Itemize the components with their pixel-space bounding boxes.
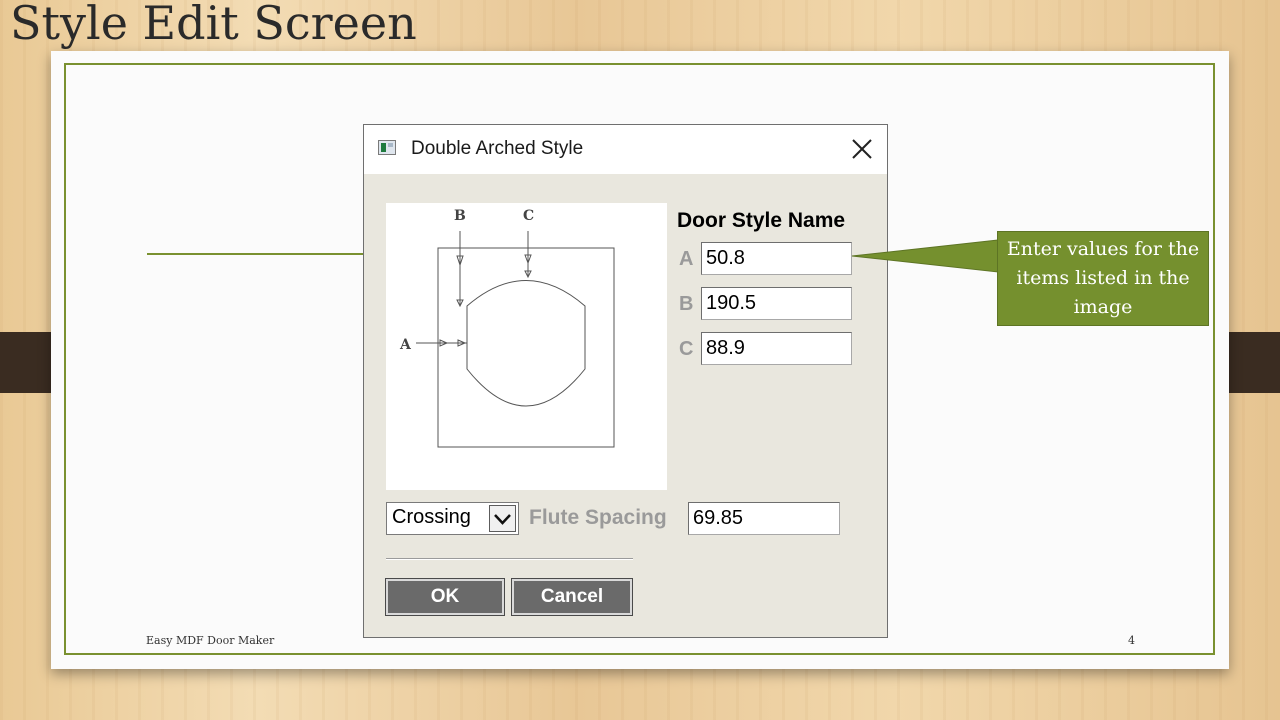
door-style-name-label: Door Style Name bbox=[677, 209, 846, 232]
slide-number: 4 bbox=[1128, 634, 1135, 647]
footer-text: Easy MDF Door Maker bbox=[146, 634, 275, 647]
close-icon bbox=[852, 139, 872, 159]
accent-line bbox=[147, 253, 363, 255]
diagram-label-b: B bbox=[454, 208, 466, 224]
chevron-down-icon bbox=[494, 514, 511, 525]
pattern-select[interactable]: Crossing bbox=[386, 502, 519, 535]
callout-text: Enter values for the items listed in the… bbox=[1006, 238, 1200, 318]
diagram-label-a: A bbox=[399, 337, 412, 353]
field-c-label: C bbox=[679, 338, 694, 360]
flute-spacing-input[interactable] bbox=[688, 502, 840, 535]
dialog-title: Double Arched Style bbox=[411, 138, 584, 159]
flute-spacing-label: Flute Spacing bbox=[529, 506, 667, 529]
door-outline bbox=[437, 247, 615, 448]
field-b-label: B bbox=[679, 293, 694, 315]
separator bbox=[386, 558, 633, 560]
close-button[interactable] bbox=[847, 134, 877, 164]
diagram-label-c: C bbox=[523, 208, 534, 224]
pattern-select-value: Crossing bbox=[392, 506, 471, 528]
ok-button[interactable]: OK bbox=[385, 578, 505, 616]
dialog-titlebar: Double Arched Style bbox=[364, 125, 887, 174]
arched-panel bbox=[466, 280, 586, 407]
callout-box: Enter values for the items listed in the… bbox=[997, 231, 1209, 326]
slide-title: Style Edit Screen bbox=[10, 0, 417, 50]
style-dialog: Double Arched Style B C A Door Style Nam… bbox=[363, 124, 888, 638]
field-a-label: A bbox=[679, 248, 694, 270]
field-c-input[interactable] bbox=[701, 332, 852, 365]
field-b-input[interactable] bbox=[701, 287, 852, 320]
cancel-button[interactable]: Cancel bbox=[511, 578, 633, 616]
dropdown-button[interactable] bbox=[489, 505, 516, 532]
app-icon bbox=[378, 140, 396, 155]
door-diagram: B C A bbox=[386, 203, 667, 490]
field-a-input[interactable] bbox=[701, 242, 852, 275]
